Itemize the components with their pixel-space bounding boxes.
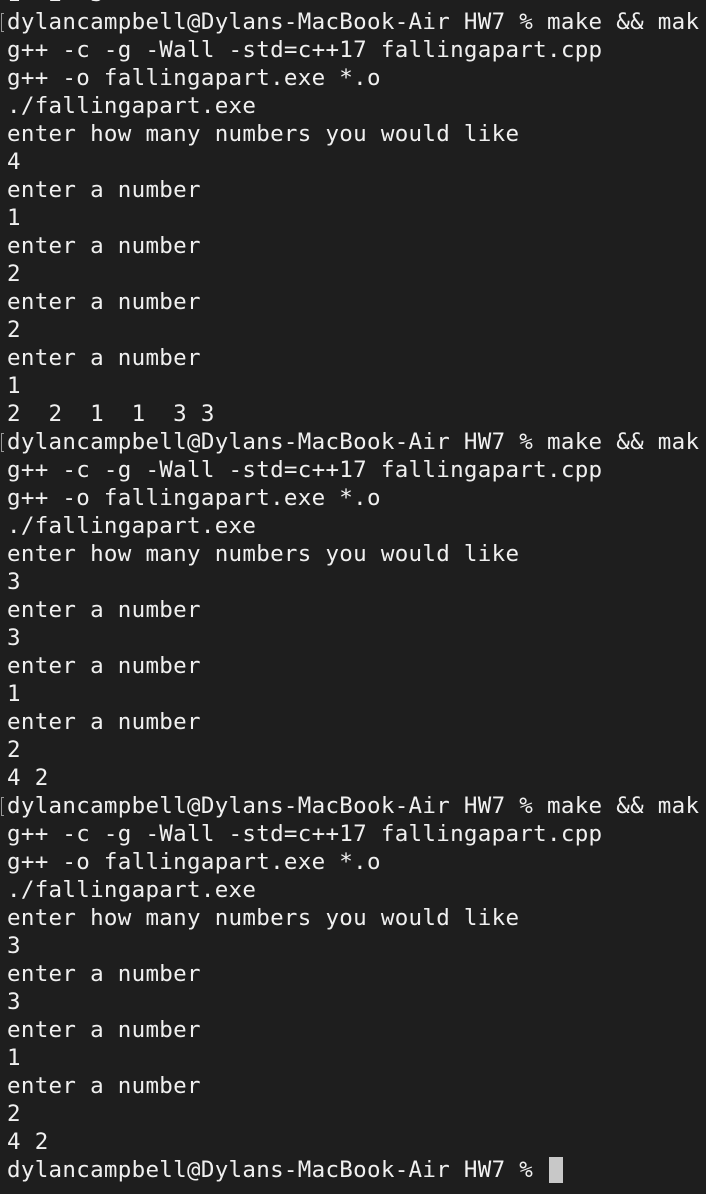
output-line: enter how many numbers you would like	[7, 121, 520, 147]
output-line: enter a number	[7, 597, 201, 623]
output-line: 2	[7, 737, 21, 763]
output-line: 4 2	[7, 1129, 49, 1155]
terminal-window[interactable]: 1 2 3dylancampbell@Dylans-MacBook-Air HW…	[0, 0, 706, 1194]
output-line: 1	[7, 681, 21, 707]
output-line: enter a number	[7, 1017, 201, 1043]
output-line: enter a number	[7, 653, 201, 679]
terminal-output: 1 2 3dylancampbell@Dylans-MacBook-Air HW…	[0, 0, 699, 1184]
output-line: ./fallingapart.exe	[7, 877, 257, 903]
output-line: 1 2 3	[0, 0, 699, 8]
command-prompt-line: dylancampbell@Dylans-MacBook-Air HW7 % m…	[0, 8, 699, 36]
output-line: 3	[7, 569, 21, 595]
output-line: 3	[7, 625, 21, 651]
output-line: 2 2 1 1 3 3	[7, 401, 215, 427]
output-line: enter a number	[7, 233, 201, 259]
output-line: g++ -o fallingapart.exe *.o	[7, 485, 381, 511]
output-line: 1	[7, 373, 21, 399]
output-line: 1	[7, 205, 21, 231]
active-prompt-line[interactable]: dylancampbell@Dylans-MacBook-Air HW7 %	[0, 1156, 699, 1184]
output-line: 1	[7, 1045, 21, 1071]
output-line: 4	[7, 149, 21, 175]
output-line: enter a number	[7, 1073, 201, 1099]
output-line: 3	[7, 933, 21, 959]
output-line: 2	[7, 261, 21, 287]
prompt-text: dylancampbell@Dylans-MacBook-Air HW7 %	[7, 1157, 547, 1183]
output-line: 3	[7, 989, 21, 1015]
output-line: g++ -o fallingapart.exe *.o	[7, 65, 381, 91]
output-line: g++ -c -g -Wall -std=c++17 fallingapart.…	[7, 457, 603, 483]
output-line: enter a number	[7, 177, 201, 203]
command-prompt-line: dylancampbell@Dylans-MacBook-Air HW7 % m…	[0, 792, 699, 820]
output-line: 2	[7, 317, 21, 343]
output-line: enter a number	[7, 345, 201, 371]
text-cursor	[549, 1157, 563, 1183]
output-line: g++ -c -g -Wall -std=c++17 fallingapart.…	[7, 37, 603, 63]
command-prompt-line: dylancampbell@Dylans-MacBook-Air HW7 % m…	[0, 428, 699, 456]
output-line: ./fallingapart.exe	[7, 93, 257, 119]
output-line: enter a number	[7, 709, 201, 735]
output-line: 2	[7, 1101, 21, 1127]
output-line: g++ -o fallingapart.exe *.o	[7, 849, 381, 875]
output-line: enter a number	[7, 289, 201, 315]
output-line: enter a number	[7, 961, 201, 987]
output-line: enter how many numbers you would like	[7, 541, 520, 567]
output-line: 4 2	[7, 765, 49, 791]
output-line: ./fallingapart.exe	[7, 513, 257, 539]
output-line: enter how many numbers you would like	[7, 905, 520, 931]
output-line: g++ -c -g -Wall -std=c++17 fallingapart.…	[7, 821, 603, 847]
